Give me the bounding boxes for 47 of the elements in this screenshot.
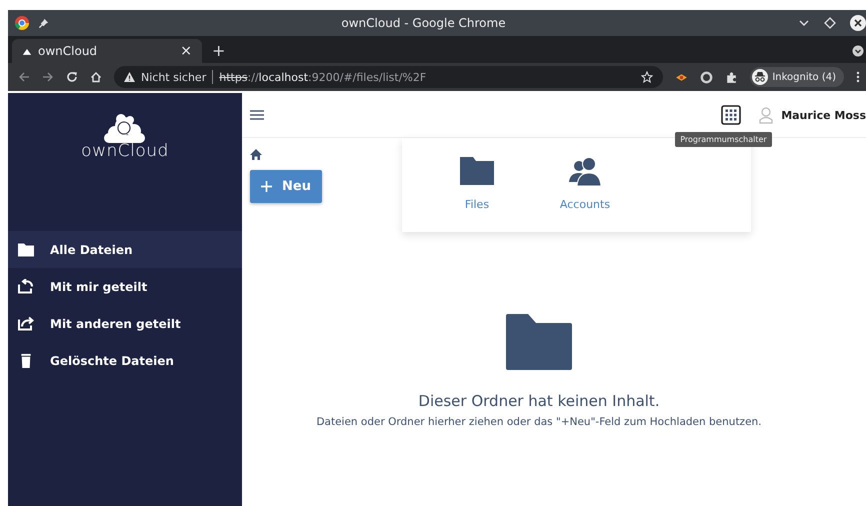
profile-label: Inkognito (4) xyxy=(772,72,836,82)
folder-icon xyxy=(506,314,572,370)
reload-icon[interactable] xyxy=(66,71,78,83)
share-out-icon xyxy=(18,316,34,331)
app-grid-icon[interactable] xyxy=(721,105,742,125)
warning-icon xyxy=(124,72,135,82)
url-text: https://localhost:9200/#/files/list/%2F xyxy=(219,70,428,84)
window-title: ownCloud - Google Chrome xyxy=(340,16,507,30)
menu-icon[interactable] xyxy=(856,71,860,83)
tab-search-icon[interactable] xyxy=(852,45,864,57)
sidebar-item[interactable]: Mit mir geteilt xyxy=(8,268,242,305)
maximize-icon[interactable] xyxy=(824,17,836,29)
empty-title: Dieser Ordner hat keinen Inhalt. xyxy=(418,392,660,410)
folder-icon[interactable] xyxy=(460,156,494,186)
forward-icon[interactable] xyxy=(42,71,54,83)
share-in-icon xyxy=(18,279,34,294)
sidebar-item[interactable]: Mit anderen geteilt xyxy=(8,305,242,342)
security-label: Nicht sicher xyxy=(141,70,206,84)
user-name[interactable]: Maurice Moss xyxy=(781,108,866,122)
home-icon[interactable] xyxy=(250,149,262,160)
back-icon[interactable] xyxy=(18,71,30,83)
new-tab-button[interactable]: + xyxy=(212,41,226,60)
tab-title: ownCloud xyxy=(38,44,98,58)
plus-icon xyxy=(261,181,272,192)
pin-icon[interactable] xyxy=(38,18,49,28)
empty-hint: Dateien oder Ordner hierher ziehen oder das "+Neu"-Feld zum Hochladen benutzen. xyxy=(316,416,762,428)
sidebar-item[interactable]: Alle Dateien xyxy=(8,231,242,268)
tooltip: Programmumschalter xyxy=(675,132,772,147)
tab-close-button[interactable]: × xyxy=(180,43,192,59)
address-field[interactable]: Nicht sicher https://localhost:9200/#/files/list/%2F xyxy=(114,66,664,88)
folder-icon xyxy=(18,242,34,257)
incognito-icon xyxy=(752,69,768,85)
browser-tab[interactable]: ownCloud × xyxy=(12,39,202,63)
sidebar-item[interactable]: Gelöschte Dateien xyxy=(8,342,242,379)
app-link[interactable]: Accounts xyxy=(560,198,610,211)
home-icon[interactable] xyxy=(90,71,102,83)
logo-text: ownCloud xyxy=(81,141,169,161)
star-icon[interactable] xyxy=(641,71,654,83)
app-link[interactable]: Files xyxy=(464,198,490,211)
close-icon[interactable] xyxy=(850,15,866,31)
chrome-logo-icon xyxy=(14,15,30,31)
circle-icon[interactable] xyxy=(700,70,714,84)
users-icon[interactable] xyxy=(568,156,602,186)
incognito-badge[interactable]: Inkognito (4) xyxy=(750,67,844,87)
puzzle-icon[interactable] xyxy=(725,70,738,84)
new-button[interactable]: Neu xyxy=(250,170,322,203)
menu-icon[interactable] xyxy=(250,110,264,120)
